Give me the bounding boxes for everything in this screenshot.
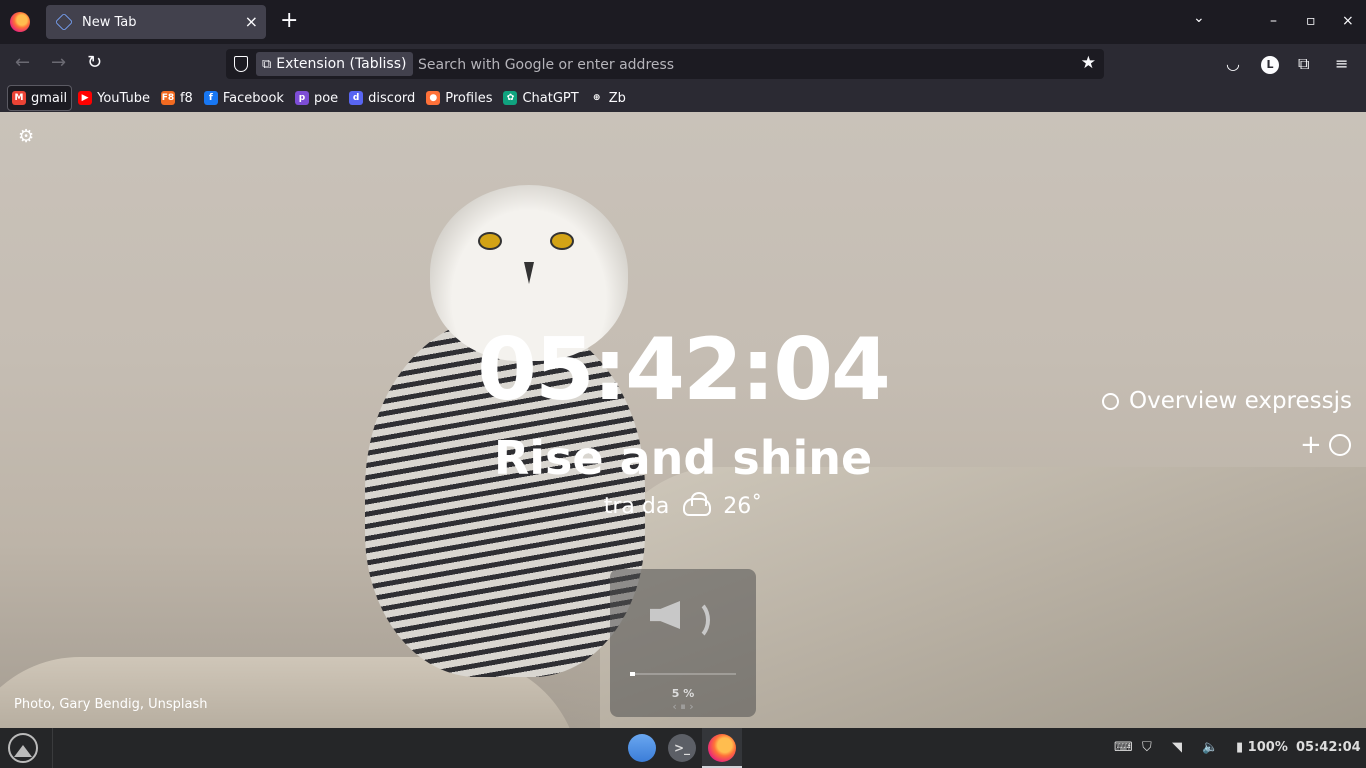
todo-checkbox[interactable]	[1102, 392, 1119, 410]
terminal-icon[interactable]: >_	[668, 734, 696, 762]
poe-icon: p	[294, 91, 309, 105]
volume-percent: 5 %	[671, 687, 695, 700]
battery-indicator[interactable]: ▮ 100%	[1236, 740, 1288, 756]
bookmark-label: gmail	[31, 90, 68, 106]
bookmark-label: f8	[179, 90, 193, 106]
volume-controls: ‹ ⏸ ›	[672, 700, 694, 713]
bookmark-label: discord	[368, 90, 416, 106]
owl-beak	[524, 262, 534, 284]
bookmark-label: Zb	[608, 90, 626, 106]
new-tab-page: ⚙ 05:42:04 Rise and shine tra da 26˚ Ove…	[0, 112, 1366, 728]
identity-box[interactable]: ⧉ Extension (Tabliss)	[256, 52, 414, 76]
keyboard-icon[interactable]: ⌨	[1114, 740, 1133, 756]
taskbar-separator	[52, 728, 53, 768]
volume-track	[630, 672, 736, 676]
forward-button[interactable]: →	[51, 53, 66, 73]
back-button[interactable]: ←	[15, 53, 30, 73]
new-tab-button[interactable]: +	[280, 10, 298, 32]
bookmark-f8[interactable]: F8 f8	[157, 86, 197, 110]
reload-button[interactable]: ↻	[87, 53, 102, 73]
taskbar-firefox-active[interactable]	[702, 728, 742, 768]
extension-icon: ⧉	[262, 56, 272, 72]
youtube-icon: ▶	[78, 91, 93, 105]
bookmark-label: YouTube	[97, 90, 150, 106]
taskbar: >_ ⌨ ⛉ ◥ 🔈 ▮ 100% 05:42:04	[0, 728, 1366, 768]
tabliss-icon	[54, 12, 74, 32]
url-input[interactable]	[416, 53, 1060, 77]
pocket-icon[interactable]: ◡	[1226, 55, 1240, 73]
f8-icon: F8	[160, 91, 175, 105]
todo-text: Overview expressjs	[1129, 388, 1352, 414]
tracking-protection-icon[interactable]	[234, 56, 248, 72]
weather-temperature: 26˚	[723, 494, 763, 519]
bookmark-label: poe	[313, 90, 339, 106]
volume-level-fill	[630, 672, 636, 676]
bookmark-poe[interactable]: p poe	[291, 86, 342, 110]
weather-location: tra da	[603, 494, 670, 519]
navigation-toolbar: ← → ↻ ⧉ Extension (Tabliss) ★ ◡ L ⧉ ≡	[0, 44, 1366, 84]
bookmark-zb[interactable]: ⊕ Zb	[586, 86, 630, 110]
todo-toggle-icon[interactable]	[1329, 434, 1351, 456]
firefox-icon	[708, 734, 736, 762]
facebook-icon: f	[203, 91, 218, 105]
gmail-icon: M	[12, 91, 26, 105]
settings-gear-icon[interactable]: ⚙	[18, 126, 34, 147]
identity-label: Extension (Tabliss)	[276, 56, 407, 72]
bookmark-gmail[interactable]: Mgmail	[6, 85, 73, 111]
minimize-button[interactable]: –	[1270, 13, 1277, 29]
volume-tray-icon[interactable]: 🔈	[1202, 740, 1218, 756]
tab-strip: New Tab × + ⌄ – ▫ ×	[0, 0, 1366, 44]
firefox-view-icon[interactable]	[10, 12, 30, 32]
bookmark-youtube[interactable]: ▶ YouTube	[74, 86, 154, 110]
tab-close-icon[interactable]: ×	[245, 12, 258, 32]
speaker-wave	[676, 599, 710, 641]
greeting: Rise and shine	[493, 431, 873, 485]
todo-item[interactable]: Overview expressjs	[1102, 388, 1352, 414]
firefox-icon: ●	[426, 91, 441, 105]
cloud-icon	[683, 491, 712, 516]
extensions-icon[interactable]: ⧉	[1298, 55, 1309, 73]
shield-tray-icon[interactable]: ⛉	[1142, 740, 1152, 756]
menu-icon[interactable]: ≡	[1335, 55, 1348, 73]
bookmark-discord[interactable]: d discord	[345, 86, 419, 110]
bookmark-label: Facebook	[222, 90, 284, 106]
weather-widget: tra da 26˚	[0, 491, 1366, 519]
bookmarks-toolbar: Mgmail ▶ YouTube F8 f8 f Facebook p poe d discord ●…	[0, 84, 1366, 112]
bookmark-star-icon[interactable]: ★	[1081, 53, 1096, 73]
tab-new-tab[interactable]: New Tab ×	[46, 5, 266, 39]
url-bar[interactable]: ⧉ Extension (Tabliss) ★	[226, 49, 1104, 79]
chatgpt-icon: ✿	[503, 91, 518, 105]
bookmark-profiles[interactable]: ● Profiles	[422, 86, 496, 110]
owl-eye	[478, 232, 502, 250]
maximize-button[interactable]: ▫	[1306, 13, 1316, 29]
bookmark-label: ChatGPT	[522, 90, 579, 106]
list-all-tabs-icon[interactable]: ⌄	[1193, 10, 1205, 26]
account-avatar[interactable]: L	[1261, 56, 1279, 74]
bookmark-facebook[interactable]: f Facebook	[200, 86, 288, 110]
file-manager-icon[interactable]	[628, 734, 656, 762]
start-menu-icon[interactable]	[8, 733, 38, 763]
discord-icon: d	[349, 91, 364, 105]
todo-add-button[interactable]: +	[1300, 432, 1322, 458]
wifi-icon[interactable]: ◥	[1172, 740, 1182, 756]
volume-osd: 5 % ‹ ⏸ ›	[610, 569, 756, 717]
owl-eye	[550, 232, 574, 250]
globe-icon: ⊕	[589, 91, 604, 105]
taskbar-clock[interactable]: 05:42:04	[1296, 740, 1361, 756]
tab-title: New Tab	[82, 14, 137, 30]
bookmark-label: Profiles	[445, 90, 493, 106]
bookmark-chatgpt[interactable]: ✿ ChatGPT	[499, 86, 582, 110]
close-window-button[interactable]: ×	[1342, 13, 1354, 29]
photo-credit[interactable]: Photo, Gary Bendig, Unsplash	[14, 697, 207, 712]
